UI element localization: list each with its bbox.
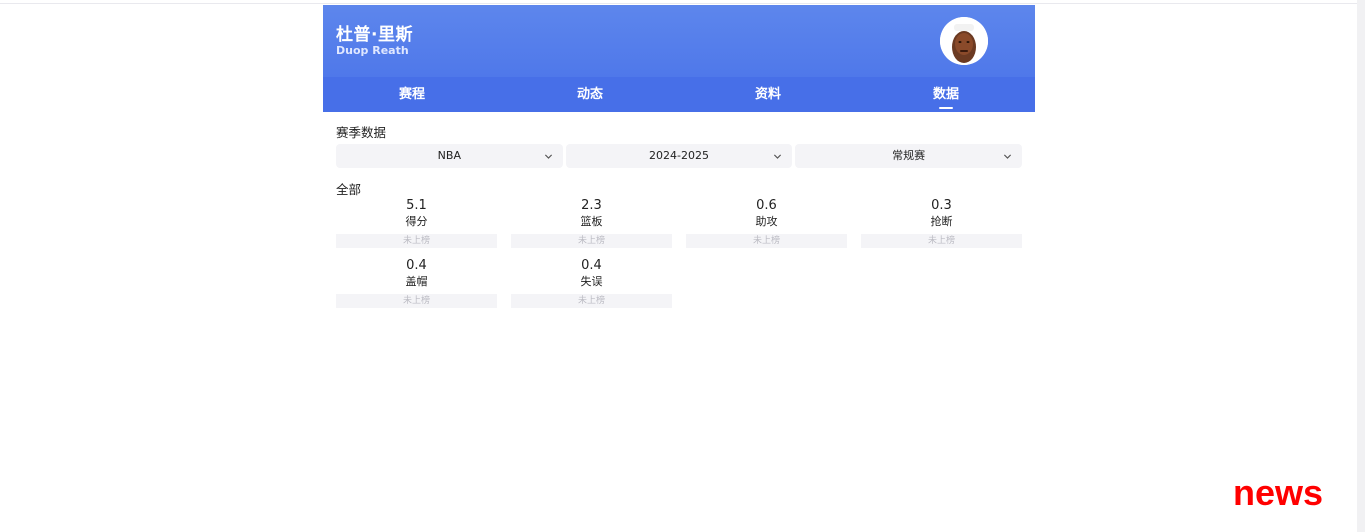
stat-rank-badge: 未上榜	[511, 294, 672, 308]
stat-label: 盖帽	[405, 275, 428, 288]
game-type-select[interactable]: 常规赛	[795, 144, 1023, 168]
stat-value: 0.3	[931, 198, 952, 213]
stats-filters: NBA 2024-2025 常规赛	[336, 144, 1023, 168]
chevron-down-icon	[1003, 154, 1012, 159]
stat-label: 得分	[405, 215, 428, 228]
stat-value: 5.1	[406, 198, 427, 213]
season-stats-title: 赛季数据	[336, 125, 387, 140]
stats-group-title: 全部	[336, 182, 362, 197]
stat-rank-badge: 未上榜	[686, 234, 847, 248]
tab-stats[interactable]: 数据	[857, 77, 1035, 112]
stats-content: 赛季数据 NBA 2024-2025 常规赛 全部 5.1 得分 未上榜 2.3…	[323, 112, 1035, 308]
stat-item-assists: 0.6 助攻 未上榜	[686, 197, 847, 248]
stat-item-points: 5.1 得分 未上榜	[336, 197, 497, 248]
stat-label: 失误	[580, 275, 603, 288]
stat-value: 0.4	[406, 258, 427, 273]
stat-item-blocks: 0.4 盖帽 未上榜	[336, 257, 497, 308]
player-name-en: Duop Reath	[336, 44, 409, 57]
chevron-down-icon	[774, 154, 782, 159]
stat-value: 0.4	[581, 258, 602, 273]
player-tabs: 赛程 动态 资料 数据	[323, 77, 1035, 112]
stat-label: 助攻	[755, 215, 778, 228]
season-select[interactable]: 2024-2025	[565, 144, 793, 168]
chevron-down-icon	[544, 154, 552, 159]
stat-rank-badge: 未上榜	[336, 294, 497, 308]
stat-item-rebounds: 2.3 篮板 未上榜	[511, 197, 672, 248]
stat-value: 0.6	[756, 198, 777, 213]
stat-rank-badge: 未上榜	[861, 234, 1022, 248]
player-header: 杜普·里斯 Duop Reath	[323, 5, 1035, 77]
player-panel: 杜普·里斯 Duop Reath 赛程 动态 资料 数据 赛季数据 NBA 20…	[323, 5, 1035, 325]
stats-grid: 5.1 得分 未上榜 2.3 篮板 未上榜 0.6 助攻 未上榜 0.3 抢断 …	[336, 197, 1022, 308]
top-divider	[0, 3, 1357, 4]
player-avatar	[940, 17, 988, 65]
stat-rank-badge: 未上榜	[511, 234, 672, 248]
stat-label: 抢断	[930, 215, 953, 228]
season-select-value: 2024-2025	[649, 149, 709, 162]
tab-profile[interactable]: 资料	[679, 77, 857, 112]
stat-value: 2.3	[581, 198, 602, 213]
player-name-cn: 杜普·里斯	[336, 25, 413, 45]
stat-item-steals: 0.3 抢断 未上榜	[861, 197, 1022, 248]
tab-news[interactable]: 动态	[501, 77, 679, 112]
stat-label: 篮板	[580, 215, 603, 228]
tab-schedule[interactable]: 赛程	[323, 77, 501, 112]
league-select[interactable]: NBA	[336, 144, 563, 168]
player-photo-icon	[940, 17, 988, 65]
league-select-value: NBA	[437, 149, 461, 162]
news-watermark: news	[1233, 472, 1324, 513]
game-type-select-value: 常规赛	[892, 149, 926, 162]
page-scrollbar[interactable]	[1357, 0, 1365, 532]
stat-item-turnovers: 0.4 失误 未上榜	[511, 257, 672, 308]
stat-rank-badge: 未上榜	[336, 234, 497, 248]
